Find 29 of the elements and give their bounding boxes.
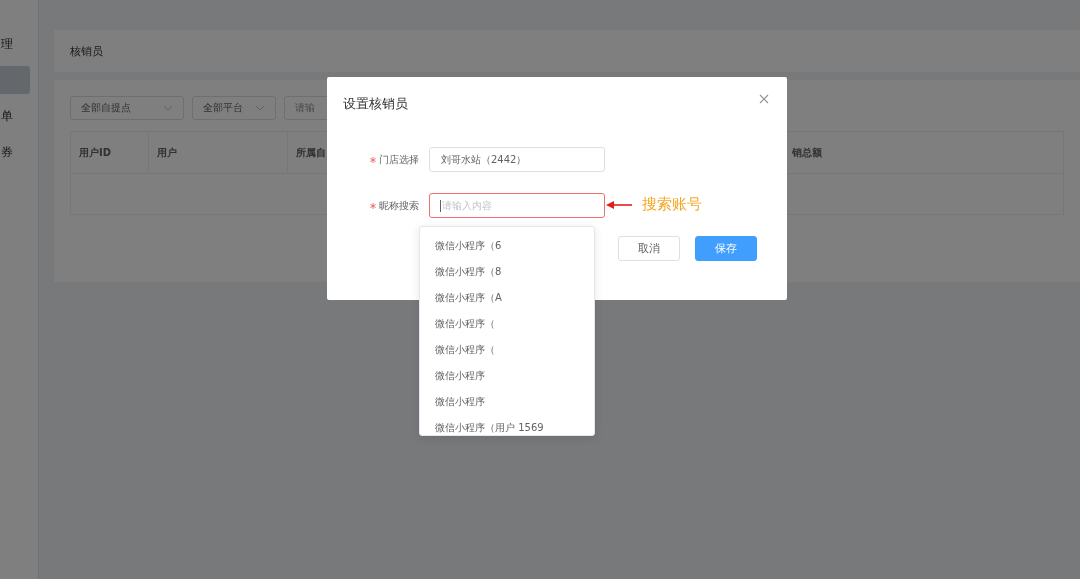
dropdown-item[interactable]: 微信小程序（A	[420, 285, 594, 311]
dropdown-item[interactable]: 微信小程序（	[420, 337, 594, 363]
chevron-down-icon	[163, 105, 173, 111]
column-header: 用户	[149, 132, 288, 173]
cancel-button[interactable]: 取消	[618, 236, 680, 261]
sidebar-item[interactable]: 券	[0, 138, 30, 166]
dropdown-item[interactable]: 微信小程序	[420, 363, 594, 389]
filter-select[interactable]: 全部平台	[192, 96, 276, 120]
dropdown-item[interactable]: 微信小程序	[420, 389, 594, 415]
required-icon	[370, 202, 376, 209]
dropdown-item[interactable]: 微信小程序（用户 1569	[420, 415, 594, 435]
field-label: 门店选择	[379, 152, 419, 167]
filter-select[interactable]: 全部自提点	[70, 96, 184, 120]
chevron-down-icon	[255, 105, 265, 111]
column-header: 所属自	[295, 145, 327, 160]
required-icon	[370, 156, 376, 163]
dropdown-item[interactable]: 微信小程序（8	[420, 259, 594, 285]
dropdown-item[interactable]: 微信小程序（6	[420, 233, 594, 259]
arrow-icon	[606, 200, 632, 209]
page-title: 核销员	[70, 43, 103, 59]
sidebar-item[interactable]: 单	[0, 102, 30, 130]
annotation-text: 搜索账号	[642, 195, 702, 214]
column-header: 用户ID	[71, 132, 149, 173]
input-field[interactable]: 刘哥水站（2442）	[429, 147, 605, 172]
sidebar-item[interactable]: 理	[0, 30, 30, 58]
close-icon[interactable]	[759, 94, 769, 104]
dropdown-item[interactable]: 微信小程序（	[420, 311, 594, 337]
field-label: 昵称搜索	[379, 198, 419, 213]
column-header: 销总额	[791, 145, 822, 160]
